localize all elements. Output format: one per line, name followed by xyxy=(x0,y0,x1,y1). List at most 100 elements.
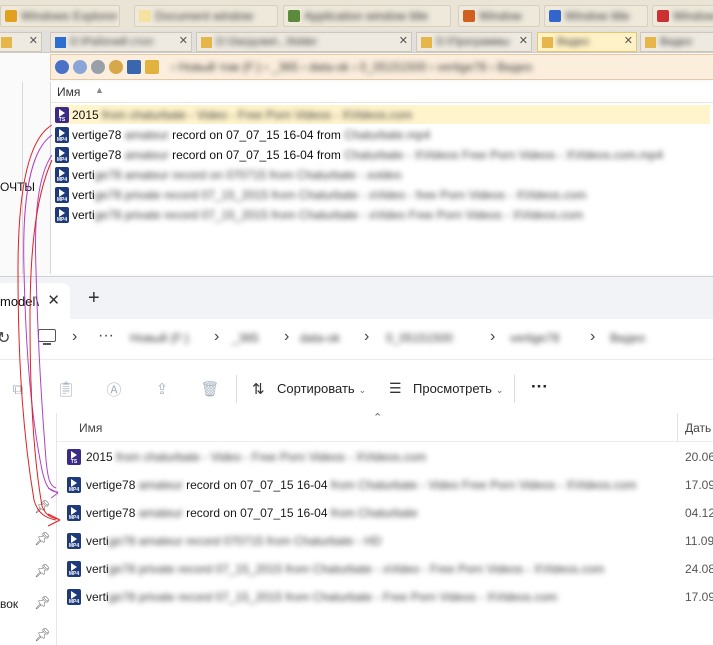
nav-pane-fragment: ОЧТЫ xyxy=(0,180,36,194)
app-icon xyxy=(463,10,475,22)
taskbar-button[interactable]: Windows Explorer xyxy=(0,5,120,27)
taskbar-button[interactable]: Window xyxy=(652,5,713,27)
back-icon[interactable] xyxy=(55,60,69,74)
view-button[interactable]: Просмотреть ⌄ xyxy=(413,381,503,396)
file-row[interactable]: MP4 vertige78 amateur record on 070715 fr… xyxy=(55,165,710,184)
paste-icon[interactable]: 📋︎ xyxy=(56,379,76,399)
folder-tab[interactable]: D:\Программы ✕ xyxy=(416,32,532,52)
column-date-header[interactable]: Дать xyxy=(685,421,711,435)
close-icon[interactable]: ✕ xyxy=(29,34,38,47)
file-name-visible: record on 07_07_15 16-04 xyxy=(182,478,328,492)
file-name-redacted: ge78 private record 07_15_2015 from Chat… xyxy=(94,207,583,222)
app-icon xyxy=(657,10,669,22)
file-row[interactable]: MP4 vertige78 amateur record on 07_07_15 … xyxy=(67,501,713,525)
pin-icon[interactable]: 📌︎ xyxy=(34,627,51,643)
folder-tab-active[interactable]: Видео ✕ xyxy=(537,32,637,52)
file-date: 11.09 xyxy=(685,534,713,548)
close-icon[interactable]: ✕ xyxy=(179,34,188,47)
chevron-right-icon[interactable]: › xyxy=(214,328,219,346)
taskbar-button[interactable]: Window xyxy=(458,5,540,27)
up-icon[interactable] xyxy=(91,60,105,74)
ts-video-file-icon: TS xyxy=(55,106,69,123)
column-divider[interactable] xyxy=(677,413,678,441)
file-name-visible: record on 07_07_15 16-04 from xyxy=(168,127,345,142)
breadcrumb-item[interactable]: vertige78 xyxy=(510,331,559,345)
breadcrumb-item[interactable]: Видео xyxy=(610,331,645,345)
view-label: Просмотреть xyxy=(413,381,492,396)
column-header[interactable]: Имя ▲ xyxy=(51,82,713,103)
explorer-tab[interactable]: model\ ✕ xyxy=(0,283,70,319)
delete-icon[interactable]: 🗑︎ xyxy=(200,379,220,399)
refresh-icon[interactable]: ↻ xyxy=(0,328,10,348)
file-date: 24.08 xyxy=(685,562,713,576)
address-bar[interactable]: › Новый том (F:) › _365 › data-ok › 0_05… xyxy=(50,54,713,80)
breadcrumb-item[interactable]: _365 xyxy=(232,331,259,345)
pin-icon[interactable]: 📌︎ xyxy=(34,499,51,515)
chevron-right-icon[interactable]: › xyxy=(490,328,495,346)
breadcrumb-item[interactable]: data-ok xyxy=(300,331,340,345)
column-name-header[interactable]: Имя xyxy=(79,421,102,435)
more-options-button[interactable]: ··· xyxy=(531,377,548,397)
taskbar-button[interactable]: Document window xyxy=(134,5,278,27)
folder-tab[interactable]: D:\Загрузки\...\folder ✕ xyxy=(196,32,412,52)
folder-tab[interactable]: D:\Рабочий стол ✕ xyxy=(50,32,192,52)
file-row[interactable]: TS 2015 from chaturbate - Video - Free Po… xyxy=(55,105,710,124)
file-row[interactable]: MP4 vertige78 amateur record on 07_07_15 … xyxy=(67,473,713,497)
file-row[interactable]: MP4 vertige78 private record 07_15_2015 f… xyxy=(67,585,713,609)
nav-item-fragment[interactable]: вок xyxy=(0,597,18,611)
close-icon[interactable]: ✕ xyxy=(399,34,408,47)
view-icon[interactable] xyxy=(127,60,141,74)
file-row[interactable]: MP4 vertige78 amateur record on 07_07_15 … xyxy=(55,125,710,144)
mp4-video-file-icon: MP4 xyxy=(55,206,69,223)
new-tab-icon[interactable]: + xyxy=(88,287,100,310)
file-name-visible: verti xyxy=(86,562,109,576)
file-row[interactable]: MP4 vertige78 amateur record on 07_07_15 … xyxy=(55,145,710,164)
pin-icon[interactable]: 📌︎ xyxy=(34,563,51,579)
view-icon[interactable]: ☰ xyxy=(389,380,402,397)
file-name-redacted: Chaturbate.mp4 xyxy=(344,127,431,142)
close-icon[interactable]: ✕ xyxy=(519,34,528,47)
close-icon[interactable]: ✕ xyxy=(47,291,60,309)
file-row[interactable]: MP4 vertige78 private record 07_15_2015 f… xyxy=(55,205,710,224)
breadcrumb-item[interactable]: 0_05151500 xyxy=(386,331,453,345)
close-icon[interactable]: ✕ xyxy=(624,34,633,47)
folder-tab[interactable]: Видео xyxy=(640,32,713,52)
sort-icon[interactable]: ⇅ xyxy=(252,380,265,398)
taskbar-button[interactable]: Window title xyxy=(544,5,648,27)
file-name: 2015 from chaturbate - Video - Free Porn… xyxy=(72,108,412,122)
chevron-right-icon[interactable]: › xyxy=(72,328,77,346)
this-pc-icon[interactable] xyxy=(38,329,56,342)
file-row[interactable]: MP4 vertige78 private record 07_15_2015 f… xyxy=(67,557,713,581)
share-icon[interactable]: ⇪ xyxy=(152,379,172,399)
pin-icon[interactable]: 📌︎ xyxy=(34,531,51,547)
file-name-redacted: ge78 private record 07_15_2015 from Chat… xyxy=(94,187,587,202)
navigation-pane: 📌︎ 📌︎ 📌︎ 📌︎ 📌︎ вок xyxy=(0,413,57,645)
breadcrumb-item[interactable]: Новый (F:) xyxy=(130,331,189,345)
more-path-icon[interactable]: ··· xyxy=(98,327,114,345)
chevron-right-icon[interactable]: › xyxy=(284,328,289,346)
sort-button[interactable]: Сортировать ⌄ xyxy=(277,381,366,396)
folder-icon xyxy=(201,36,212,48)
copy-icon[interactable]: ⧉ xyxy=(8,379,28,399)
folder-tab[interactable]: ✕ xyxy=(0,32,42,52)
file-name-visible: vertige78 xyxy=(86,478,139,492)
explorer-tab-strip: model\ ✕ + xyxy=(0,277,713,319)
folder-icon xyxy=(145,60,159,74)
file-row[interactable]: TS 2015 from chaturbate - Video - Free Po… xyxy=(67,445,713,469)
column-name-label[interactable]: Имя xyxy=(57,85,80,99)
file-row[interactable]: MP4 vertige78 amateur record 070715 from … xyxy=(67,529,713,553)
file-name-redacted: ge78 amateur record on 070715 from Chatu… xyxy=(94,167,402,182)
chevron-right-icon[interactable]: › xyxy=(590,328,595,346)
file-row[interactable]: MP4 vertige78 private record 07_15_2015 f… xyxy=(55,185,710,204)
rename-icon[interactable]: Ⓐ xyxy=(104,379,124,399)
app-icon xyxy=(549,10,561,22)
file-name: vertige78 private record 07_15_2015 from… xyxy=(86,562,604,576)
forward-icon[interactable] xyxy=(73,60,87,74)
folder-icon xyxy=(5,10,17,22)
taskbar-button[interactable]: Application window title xyxy=(283,5,451,27)
pin-icon[interactable]: 📌︎ xyxy=(34,595,51,611)
folder-icon[interactable] xyxy=(109,60,123,74)
file-name-redacted: ge78 private record 07_15_2015 from Chat… xyxy=(108,590,558,604)
chevron-right-icon[interactable]: › xyxy=(364,328,369,346)
mp4-video-file-icon: MP4 xyxy=(55,186,69,203)
